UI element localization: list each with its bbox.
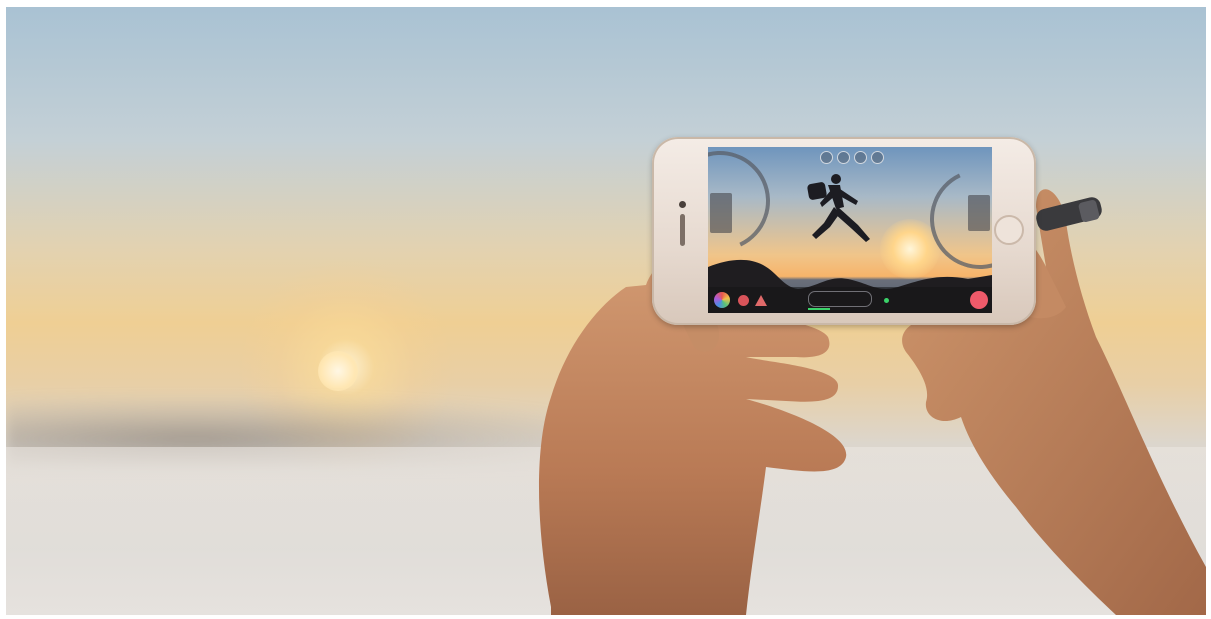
bottom-control-bar <box>708 287 992 313</box>
audio-level-icon <box>884 298 889 303</box>
record-button[interactable] <box>970 291 988 309</box>
speaker-grille <box>680 214 685 246</box>
home-button[interactable] <box>994 215 1024 245</box>
right-side-panel[interactable] <box>968 195 990 231</box>
color-wheel-icon[interactable] <box>714 292 730 308</box>
camera-viewfinder[interactable] <box>708 147 992 313</box>
jumping-person-silhouette <box>807 174 870 242</box>
top-toolbar <box>820 151 884 164</box>
photo-frame <box>6 7 1206 615</box>
exposure-icon[interactable] <box>837 151 850 164</box>
focus-icon[interactable] <box>854 151 867 164</box>
front-camera <box>679 201 686 208</box>
mountain-icon[interactable] <box>755 295 767 306</box>
settings-icon[interactable] <box>820 151 833 164</box>
filter-icon[interactable] <box>738 295 749 306</box>
smartphone <box>652 137 1036 325</box>
level-indicator <box>808 308 830 310</box>
left-side-panel[interactable] <box>710 193 732 233</box>
white-balance-icon[interactable] <box>871 151 884 164</box>
timecode-display <box>808 291 872 307</box>
